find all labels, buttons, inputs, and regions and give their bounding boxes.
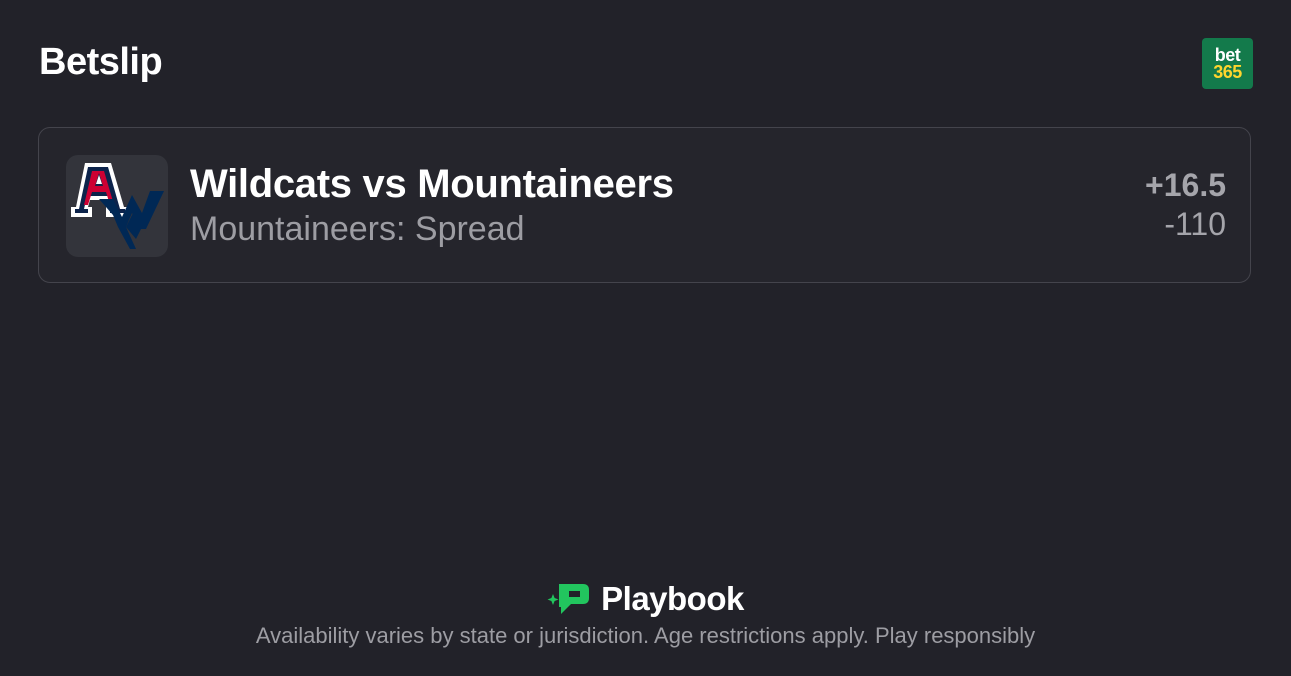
footer: Playbook Availability varies by state or… <box>0 580 1291 650</box>
brand-name: Playbook <box>601 580 744 617</box>
sportsbook-logo-line2: 365 <box>1213 61 1242 82</box>
playbook-logo-icon <box>547 584 590 614</box>
west-virginia-mountaineers-logo <box>99 191 164 249</box>
bet-card[interactable]: Wildcats vs Mountaineers Mountaineers: S… <box>38 127 1251 283</box>
matchup-logo <box>66 155 168 257</box>
sportsbook-logo-line1: bet <box>1214 44 1241 65</box>
header: Betslip bet 365 <box>39 38 1253 90</box>
bet-info: Wildcats vs Mountaineers Mountaineers: S… <box>190 160 674 250</box>
playbook-brand[interactable]: Playbook <box>547 580 744 618</box>
sportsbook-logo: bet 365 <box>1202 38 1253 89</box>
odds-price: -110 <box>1164 206 1226 242</box>
bet-odds: +16.5 -110 <box>1145 166 1226 244</box>
disclaimer: Availability varies by state or jurisdic… <box>255 623 1036 648</box>
bet-market: Mountaineers: Spread <box>190 210 525 248</box>
arizona-wildcats-logo <box>71 163 129 217</box>
matchup-title: Wildcats vs Mountaineers <box>190 162 674 206</box>
spread-line: +16.5 <box>1145 167 1226 203</box>
page-title: Betslip <box>39 41 163 83</box>
